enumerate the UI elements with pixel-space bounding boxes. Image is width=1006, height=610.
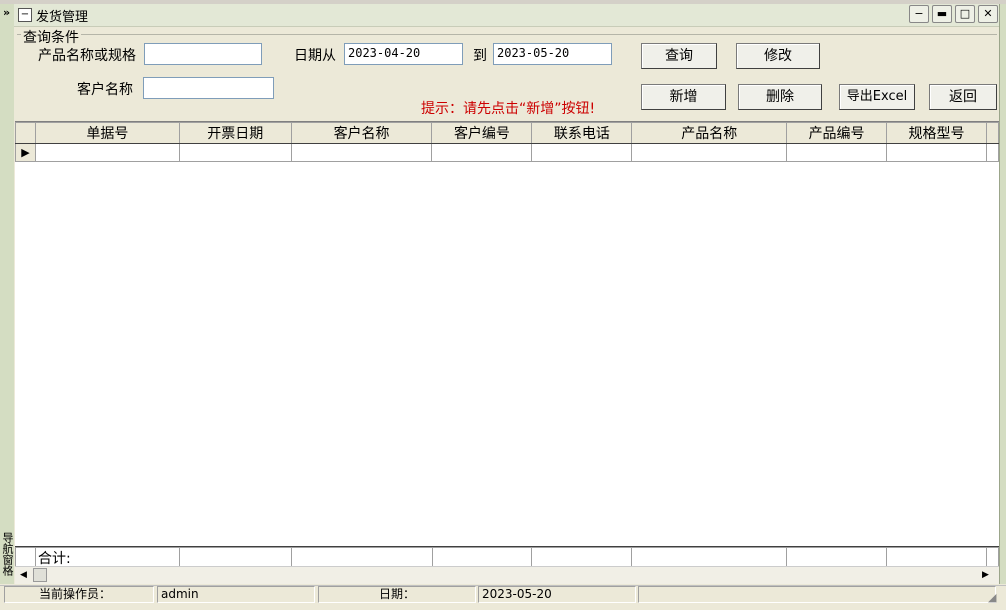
grid-cell[interactable] [178,143,292,162]
date-label: 日期： [318,586,476,603]
date-to-label: 到 [473,48,487,64]
hint-text: 提示：请先点击“新增”按钮! [421,101,596,117]
back-button[interactable]: 返回 [929,84,997,110]
column-header[interactable]: 单据号 [34,122,180,144]
close-window-button[interactable]: ✕ [978,5,998,23]
status-spare-panel [638,586,996,603]
navigation-pane[interactable] [0,4,15,584]
minimize-icon[interactable]: − [909,5,929,23]
window-title: 发货管理 [36,10,89,25]
restore-window-button[interactable]: □ [955,5,975,23]
total-row: 合计: [15,546,1000,569]
date-from-field[interactable]: 2023-04-20 [344,43,463,65]
restore-icon: □ [959,7,971,20]
product-spec-label: 产品名称或规格 [38,48,136,64]
grid-table: 单据号 开票日期 客户名称 客户编号 联系电话 产品名称 产品编号 规格型号 ▶ [15,122,1000,162]
grid-cell[interactable] [290,143,433,162]
grid-cell[interactable] [631,143,788,162]
operator-label: 当前操作员： [4,586,154,603]
modify-button[interactable]: 修改 [736,43,820,69]
title-bar [14,4,999,27]
grid-cell[interactable] [985,143,1000,162]
close-icon: ✕ [983,7,993,20]
query-button[interactable]: 查询 [641,43,717,69]
right-edge-strip [999,4,1006,584]
navigation-pane-label: 导航窗格 [1,532,14,576]
table-row[interactable]: ▶ [15,143,1000,162]
data-grid[interactable]: 单据号 开票日期 客户名称 客户编号 联系电话 产品名称 产品编号 规格型号 ▶ [15,121,1000,567]
column-header[interactable]: 产品名称 [631,122,788,144]
column-header[interactable]: 产品编号 [786,122,888,144]
grid-cell[interactable] [786,143,888,162]
add-button[interactable]: 新增 [641,84,726,110]
grid-cell[interactable] [531,143,633,162]
column-header[interactable]: 开票日期 [178,122,292,144]
grid-header-row: 单据号 开票日期 客户名称 客户编号 联系电话 产品名称 产品编号 规格型号 [15,122,1000,144]
minimize-window-button[interactable]: ▬ [932,5,952,23]
expand-nav-chevron-icon[interactable]: » [0,6,13,19]
column-header[interactable]: 联系电话 [531,122,633,144]
column-header[interactable]: 客户编号 [431,122,533,144]
row-selector-header [15,122,36,144]
export-excel-button[interactable]: 导出Excel [839,84,915,110]
column-header-extra [985,122,1000,144]
grid-cell[interactable] [34,143,180,162]
scroll-thumb[interactable] [33,568,47,582]
column-header[interactable]: 客户名称 [290,122,433,144]
scroll-left-arrow-icon[interactable]: ◀ [20,570,27,580]
scroll-right-arrow-icon[interactable]: ▶ [982,570,989,580]
grid-cell[interactable] [886,143,987,162]
date-from-label: 日期从 [294,48,336,64]
customer-name-input[interactable] [143,77,274,99]
resize-grip-icon[interactable]: ◢ [988,591,996,604]
query-group-label: 查询条件 [21,27,81,47]
customer-name-label: 客户名称 [77,82,133,98]
delete-button[interactable]: 删除 [738,84,822,110]
operator-value: admin [157,586,315,603]
minimize-bar-icon: ▬ [936,7,948,20]
date-value: 2023-05-20 [478,586,636,603]
row-selector-icon[interactable]: ▶ [15,143,36,162]
date-to-field[interactable]: 2023-05-20 [493,43,612,65]
grid-cell[interactable] [431,143,533,162]
system-menu-icon[interactable]: − [18,8,32,22]
column-header[interactable]: 规格型号 [886,122,987,144]
product-spec-input[interactable] [144,43,262,65]
horizontal-scrollbar[interactable]: ◀ ▶ [15,566,999,584]
